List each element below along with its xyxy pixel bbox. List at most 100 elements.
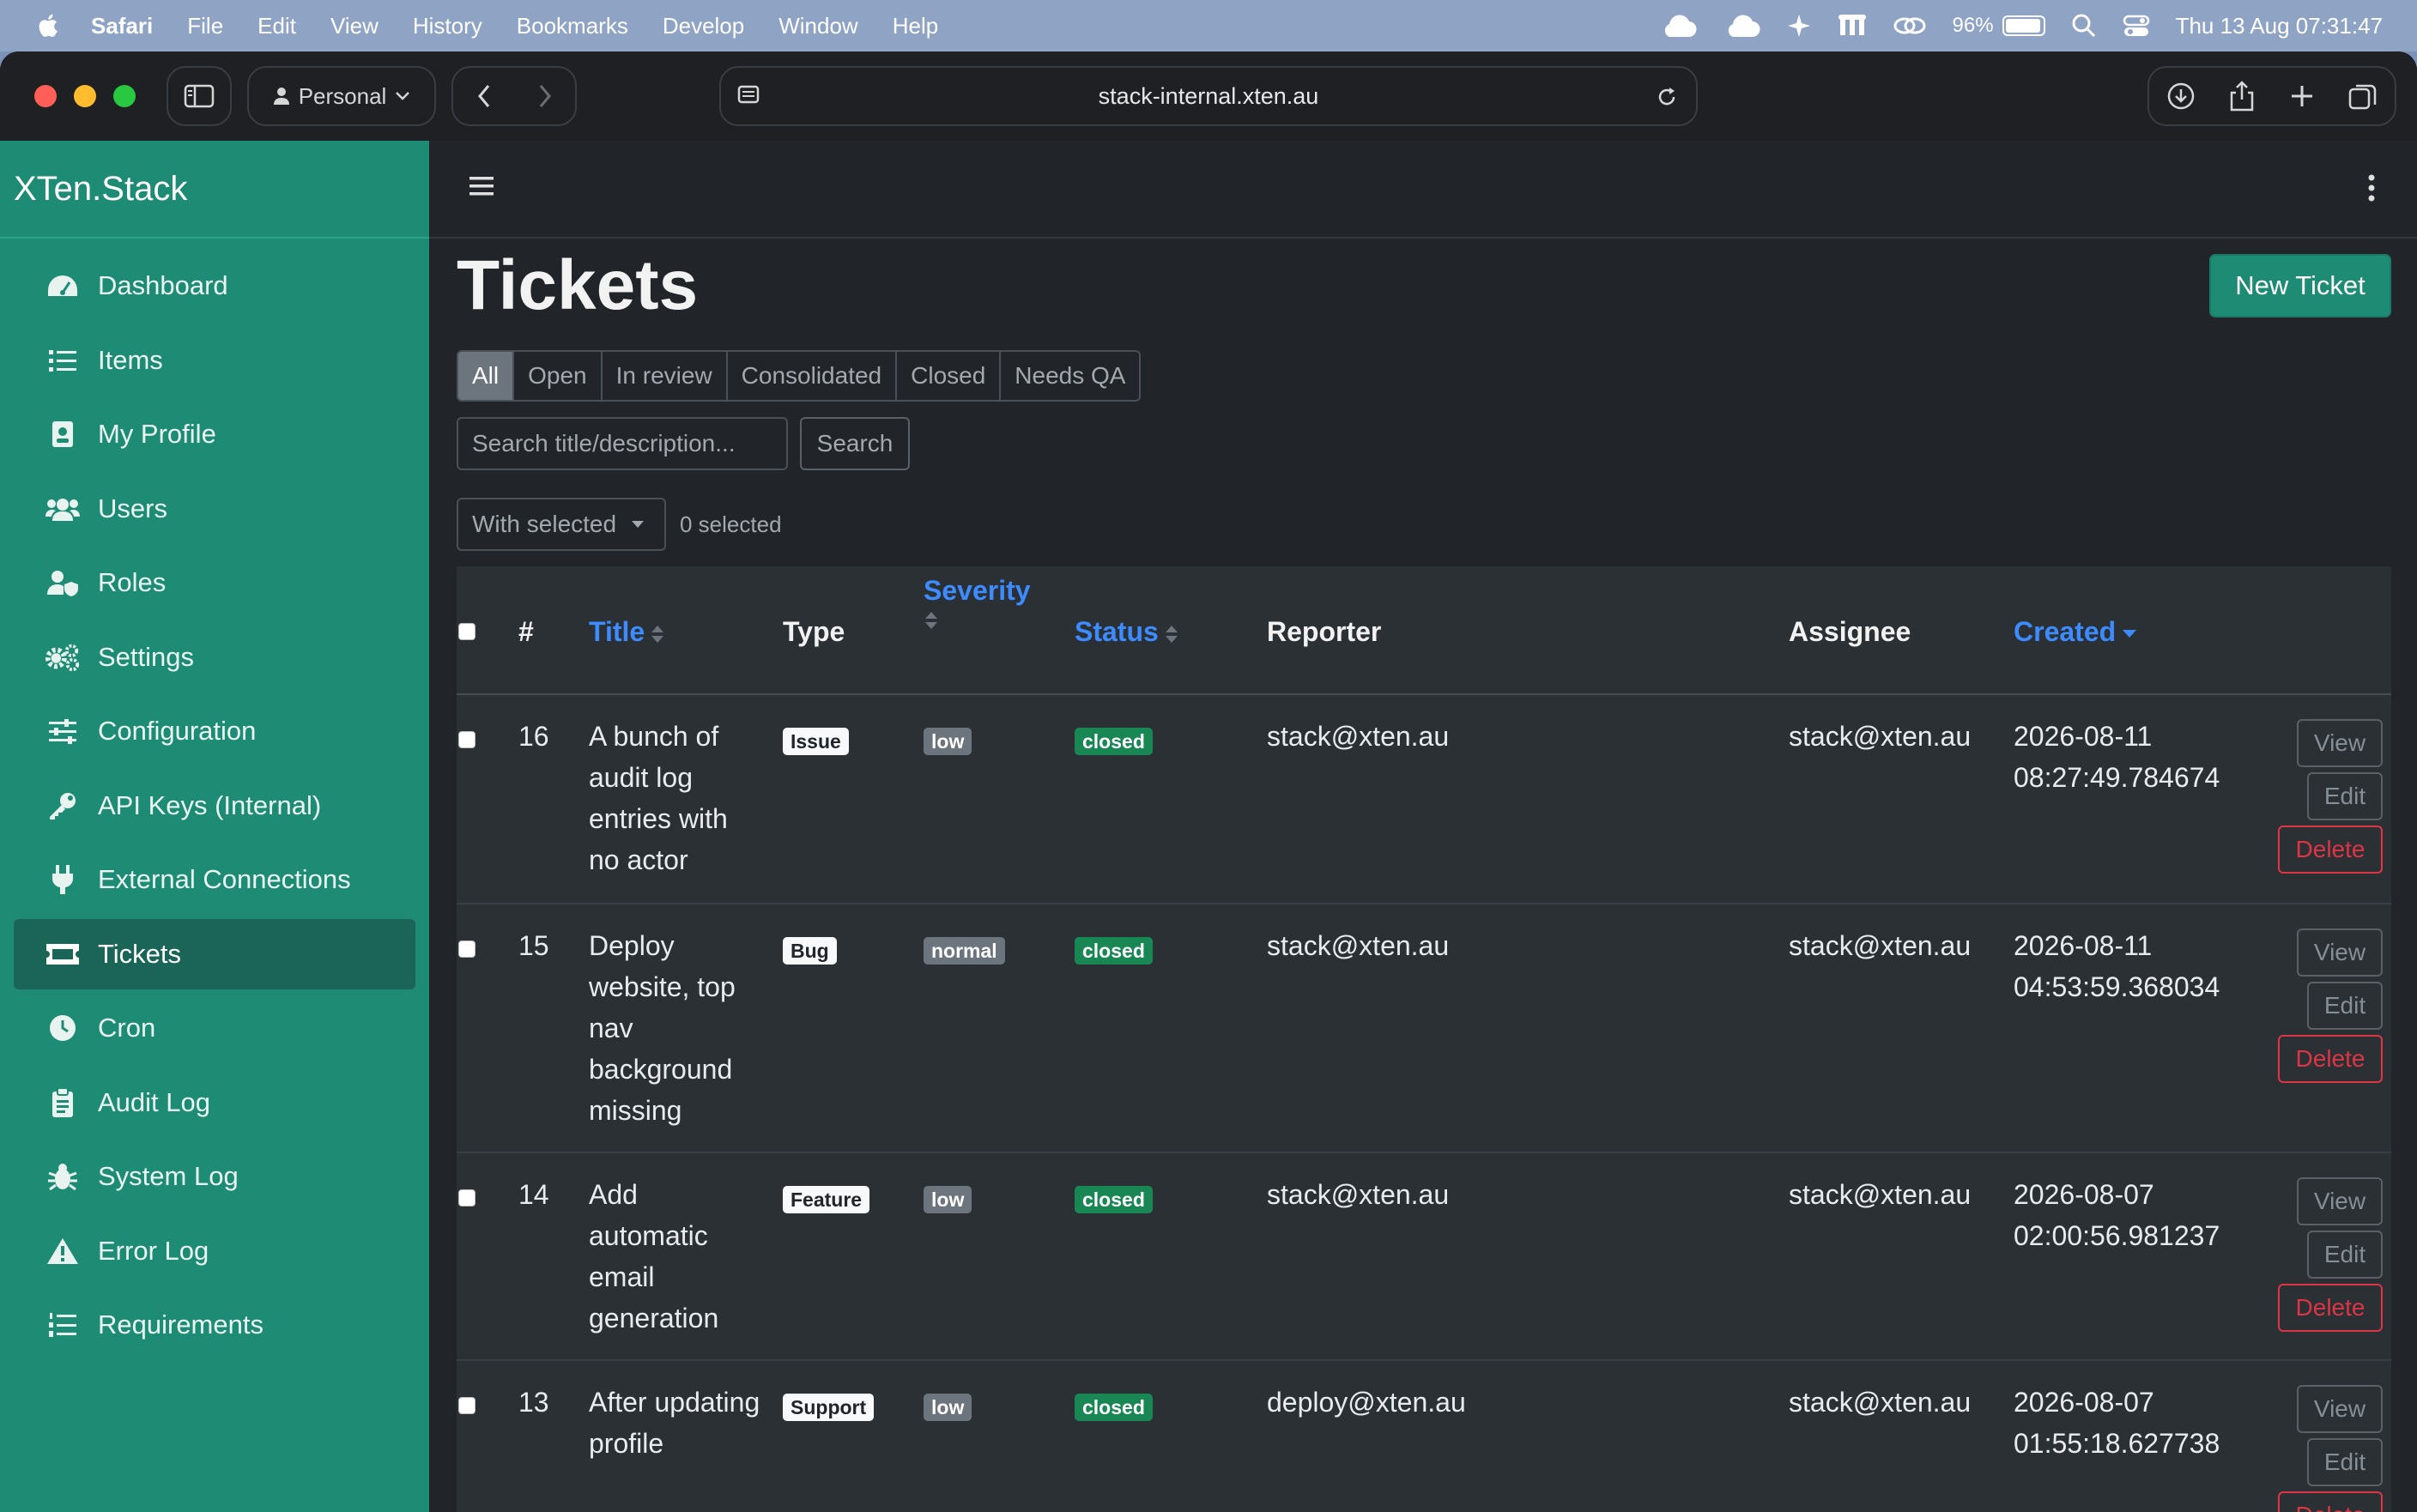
sidebar-item-items[interactable]: Items: [14, 325, 415, 396]
sidebar-item-requirements[interactable]: Requirements: [14, 1290, 415, 1360]
reload-icon[interactable]: [1655, 85, 1679, 109]
zoom-window-button[interactable]: [113, 85, 136, 107]
col-status[interactable]: Status: [1075, 616, 1179, 648]
row-checkbox[interactable]: [458, 940, 476, 958]
view-button[interactable]: View: [2297, 1385, 2383, 1433]
view-button[interactable]: View: [2297, 1177, 2383, 1225]
sidebar-toggle-button[interactable]: [167, 66, 232, 126]
delete-button[interactable]: Delete: [2278, 1491, 2383, 1512]
back-button[interactable]: [453, 84, 514, 108]
status-badge: closed: [1075, 1186, 1153, 1213]
menu-edit[interactable]: Edit: [257, 13, 296, 39]
cloud-sync-icon[interactable]: [1723, 13, 1760, 39]
filter-all[interactable]: All: [458, 352, 513, 400]
table-row[interactable]: 15 Deploy website, top nav background mi…: [457, 904, 2391, 1153]
sidebar-item-tickets[interactable]: Tickets: [14, 918, 415, 989]
sidebar-item-api-keys[interactable]: API Keys (Internal): [14, 771, 415, 841]
close-window-button[interactable]: [34, 85, 57, 107]
row-checkbox[interactable]: [458, 1189, 476, 1207]
sidebar-item-users[interactable]: Users: [14, 474, 415, 544]
sidebar-item-configuration[interactable]: Configuration: [14, 696, 415, 766]
link-icon[interactable]: [1893, 13, 1927, 39]
address-bar[interactable]: stack-internal.xten.au: [719, 66, 1698, 126]
hamburger-menu-icon[interactable]: [469, 175, 494, 197]
delete-button[interactable]: Delete: [2278, 1284, 2383, 1332]
share-icon[interactable]: [2229, 81, 2255, 112]
forward-button[interactable]: [514, 84, 575, 108]
apple-menu-icon[interactable]: [34, 11, 64, 40]
table-row[interactable]: 13 After updating profile Support low cl…: [457, 1361, 2391, 1512]
page-settings-icon[interactable]: [736, 83, 762, 109]
control-center-icon[interactable]: [2123, 13, 2150, 39]
delete-button[interactable]: Delete: [2278, 1035, 2383, 1083]
ticket-id: 16: [518, 721, 549, 752]
view-button[interactable]: View: [2297, 928, 2383, 977]
edit-button[interactable]: Edit: [2307, 982, 2383, 1030]
table-row[interactable]: 16 A bunch of audit log entries with no …: [457, 695, 2391, 904]
table-row[interactable]: 14 Add automatic email generation Featur…: [457, 1153, 2391, 1361]
profile-button[interactable]: Personal: [247, 66, 436, 126]
search-button[interactable]: Search: [800, 417, 910, 470]
filter-closed[interactable]: Closed: [895, 352, 999, 400]
more-options-icon[interactable]: [2367, 173, 2376, 203]
downloads-icon[interactable]: [2166, 82, 2196, 111]
view-button[interactable]: View: [2297, 719, 2383, 767]
filter-open[interactable]: Open: [512, 352, 601, 400]
menu-view[interactable]: View: [330, 13, 379, 39]
edit-button[interactable]: Edit: [2307, 772, 2383, 820]
battery-status[interactable]: 96%: [1953, 14, 2045, 38]
new-ticket-button[interactable]: New Ticket: [2209, 254, 2391, 318]
sidebar-item-my-profile[interactable]: My Profile: [14, 399, 415, 469]
sidebar-item-label: Users: [98, 493, 167, 523]
menu-app-name[interactable]: Safari: [91, 13, 153, 39]
row-checkbox[interactable]: [458, 1397, 476, 1414]
col-created[interactable]: Created: [2014, 616, 2138, 648]
col-title[interactable]: Title: [589, 616, 665, 648]
edit-button[interactable]: Edit: [2307, 1231, 2383, 1279]
grid-tool-icon[interactable]: [1838, 13, 1867, 39]
col-assignee: Assignee: [1789, 616, 1911, 647]
row-checkbox[interactable]: [458, 731, 476, 748]
cloud-icon[interactable]: [1659, 13, 1697, 39]
type-badge: Bug: [783, 937, 837, 965]
sidebar-item-settings[interactable]: Settings: [14, 622, 415, 692]
chevron-down-icon: [396, 92, 410, 100]
menu-bookmarks[interactable]: Bookmarks: [517, 13, 628, 39]
page-title: Tickets: [457, 246, 699, 324]
sidebar-item-system-log[interactable]: System Log: [14, 1141, 415, 1212]
sidebar-item-label: External Connections: [98, 864, 351, 894]
filter-consolidated[interactable]: Consolidated: [725, 352, 895, 400]
sort-desc-icon: [2123, 629, 2137, 638]
with-selected-dropdown[interactable]: With selected: [457, 498, 666, 551]
menu-develop[interactable]: Develop: [663, 13, 744, 39]
sidebar-item-audit-log[interactable]: Audit Log: [14, 1067, 415, 1138]
sidebar-item-dashboard[interactable]: Dashboard: [14, 251, 415, 321]
menubar-clock[interactable]: Thu 13 Aug 07:31:47: [2176, 13, 2383, 39]
created-date: 2026-08-07 01:55:18.627738: [2014, 1387, 2220, 1459]
sidebar-item-error-log[interactable]: Error Log: [14, 1216, 415, 1286]
menu-file[interactable]: File: [187, 13, 223, 39]
menu-history[interactable]: History: [413, 13, 482, 39]
brand-logo-text[interactable]: XTen.Stack: [0, 141, 429, 239]
sidebar-item-label: Dashboard: [98, 270, 228, 300]
tab-overview-icon[interactable]: [2348, 82, 2378, 110]
select-all-checkbox[interactable]: [458, 623, 476, 640]
sort-icon: [651, 625, 664, 643]
sidebar-item-cron[interactable]: Cron: [14, 993, 415, 1063]
menu-window[interactable]: Window: [778, 13, 857, 39]
sidebar-item-label: Audit Log: [98, 1086, 210, 1117]
edit-button[interactable]: Edit: [2307, 1438, 2383, 1486]
new-tab-icon[interactable]: [2289, 83, 2315, 109]
delete-button[interactable]: Delete: [2278, 826, 2383, 874]
menu-help[interactable]: Help: [893, 13, 938, 39]
col-severity[interactable]: Severity: [924, 575, 1031, 638]
filter-in-review[interactable]: In review: [600, 352, 726, 400]
minimize-window-button[interactable]: [74, 85, 96, 107]
search-input[interactable]: Search title/description...: [457, 417, 788, 470]
sidebar-item-roles[interactable]: Roles: [14, 547, 415, 618]
sidebar-item-external-connections[interactable]: External Connections: [14, 844, 415, 915]
ticket-title: A bunch of audit log entries with no act…: [589, 721, 728, 875]
sparkle-icon[interactable]: [1786, 13, 1812, 39]
filter-needs-qa[interactable]: Needs QA: [999, 352, 1139, 400]
spotlight-search-icon[interactable]: [2071, 13, 2097, 39]
